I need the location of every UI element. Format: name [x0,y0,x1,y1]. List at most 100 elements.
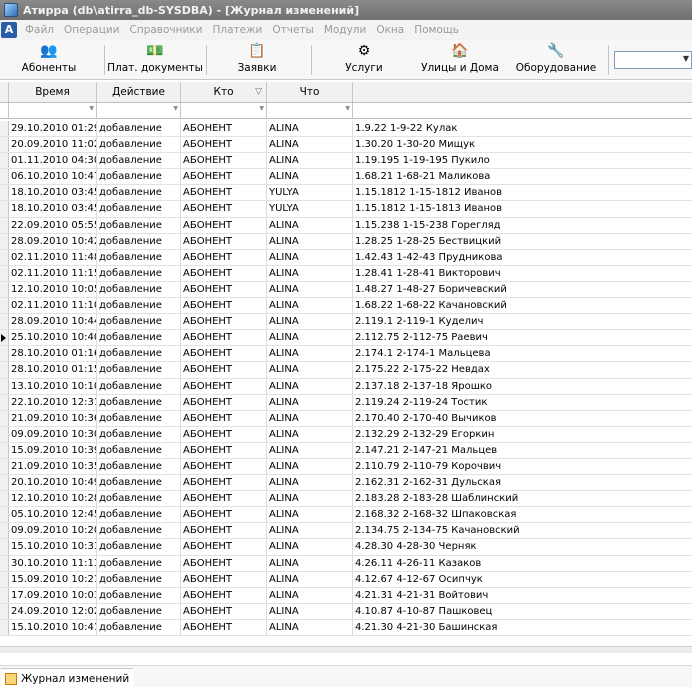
cell-details[interactable]: 4.21.30 4-21-30 Башинская [353,620,692,635]
cell-details[interactable]: 1.15.1812 1-15-1813 Иванов [353,201,692,216]
cell-what[interactable]: ALINA [267,442,353,458]
cell-details[interactable]: 4.12.67 4-12-67 Осипчук [353,572,692,587]
cell-who[interactable]: АБОНЕНТ [181,603,267,619]
cell-action[interactable]: добавление [97,281,181,298]
cell-details[interactable]: 4.28.30 4-28-30 Черняк [353,539,692,554]
cell-time[interactable]: 28.10.2010 01:16 [9,346,97,362]
cell-action[interactable]: добавление [97,298,181,314]
cell-who[interactable]: АБОНЕНТ [181,346,267,362]
table-row[interactable]: 17.09.2010 10:03 добавление АБОНЕНТ ALINA 4.… [0,587,692,604]
filter-time[interactable]: ▼ [9,103,97,118]
cell-action[interactable]: добавление [97,603,181,619]
cell-who[interactable]: АБОНЕНТ [181,265,267,281]
cell-time[interactable]: 25.10.2010 10:40 [9,330,97,346]
cell-action[interactable]: добавление [97,169,181,185]
cell-who[interactable]: АБОНЕНТ [181,394,267,410]
cell-action[interactable]: добавление [97,217,181,233]
cell-who[interactable]: АБОНЕНТ [181,442,267,458]
cell-details[interactable]: 1.68.21 1-68-21 Маликова [353,169,692,184]
table-row[interactable]: 15.09.2010 10:21 добавление АБОНЕНТ ALINA 4.… [0,571,692,588]
cell-what[interactable]: ALINA [267,233,353,249]
cell-time[interactable]: 24.09.2010 12:02 [9,603,97,619]
cell-time[interactable]: 18.10.2010 03:45 [9,201,97,217]
cell-who[interactable]: АБОНЕНТ [181,169,267,185]
cell-what[interactable]: ALINA [267,281,353,298]
cell-time[interactable]: 02.11.2010 11:15 [9,265,97,281]
cell-details[interactable]: 2.112.75 2-112-75 Раевич [353,330,692,345]
row-indicator[interactable] [0,475,9,491]
menu-payments[interactable]: Платежи [207,24,267,36]
cell-what[interactable]: ALINA [267,475,353,491]
cell-what[interactable]: ALINA [267,571,353,587]
row-indicator[interactable] [0,298,9,314]
filter-action[interactable]: ▼ [97,103,181,118]
cell-action[interactable]: добавление [97,153,181,169]
cell-time[interactable]: 30.10.2010 11:13 [9,555,97,571]
filter-icon[interactable]: ▽ [255,82,262,102]
cell-what[interactable]: ALINA [267,314,353,330]
row-indicator[interactable] [0,281,9,298]
table-row[interactable]: 06.10.2010 10:47 добавление АБОНЕНТ ALINA 1.… [0,169,692,186]
row-indicator[interactable] [0,507,9,523]
cell-what[interactable]: ALINA [267,265,353,281]
cell-details[interactable]: 4.10.87 4-10-87 Пашковец [353,604,692,619]
cell-who[interactable]: АБОНЕНТ [181,426,267,442]
table-row[interactable]: 24.09.2010 12:02 добавление АБОНЕНТ ALINA 4.… [0,603,692,620]
row-indicator[interactable] [0,169,9,185]
table-row[interactable]: 25.10.2010 10:40 добавление АБОНЕНТ ALINA 2.… [0,330,692,347]
table-row[interactable]: 28.10.2010 01:16 добавление АБОНЕНТ ALINA 2.… [0,346,692,363]
cell-time[interactable]: 22.10.2010 12:31 [9,394,97,410]
cell-action[interactable]: добавление [97,507,181,523]
cell-who[interactable]: АБОНЕНТ [181,571,267,587]
cell-who[interactable]: АБОНЕНТ [181,378,267,394]
row-indicator[interactable] [0,249,9,265]
cell-what[interactable]: ALINA [267,410,353,426]
equipment-button[interactable]: 🔧 Оборудование [514,42,598,78]
cell-details[interactable]: 1.9.22 1-9-22 Кулак [353,121,692,136]
cell-time[interactable]: 20.10.2010 10:49 [9,475,97,491]
cell-details[interactable]: 2.132.29 2-132-29 Егоркин [353,427,692,442]
cell-who[interactable]: АБОНЕНТ [181,217,267,233]
table-row[interactable]: 02.11.2010 11:15 добавление АБОНЕНТ ALINA 1.… [0,265,692,282]
table-row[interactable]: 15.10.2010 10:41 добавление АБОНЕНТ ALINA 4.… [0,619,692,636]
row-indicator[interactable] [0,603,9,619]
cell-who[interactable]: АБОНЕНТ [181,137,267,153]
table-row[interactable]: 21.09.2010 10:35 добавление АБОНЕНТ ALINA 2.… [0,458,692,476]
dropdown-arrow-icon[interactable]: ▼ [345,105,350,112]
cell-details[interactable]: 2.183.28 2-183-28 Шаблинский [353,491,692,506]
cell-action[interactable]: добавление [97,121,181,137]
cell-time[interactable]: 28.09.2010 10:44 [9,314,97,330]
cell-time[interactable]: 15.09.2010 10:21 [9,571,97,587]
menu-operations[interactable]: Операции [59,24,124,36]
cell-what[interactable]: ALINA [267,426,353,442]
cell-time[interactable]: 02.11.2010 11:10 [9,298,97,314]
toolbar-combo[interactable]: ▼ [614,51,692,69]
cell-time[interactable]: 29.10.2010 01:29 [9,121,97,137]
row-indicator[interactable] [0,587,9,603]
cell-action[interactable]: добавление [97,555,181,571]
cell-who[interactable]: АБОНЕНТ [181,314,267,330]
row-indicator[interactable] [0,362,9,378]
filter-details[interactable] [353,103,692,118]
cell-what[interactable]: ALINA [267,362,353,378]
cell-details[interactable]: 2.162.31 2-162-31 Дульская [353,475,692,490]
cell-details[interactable]: 1.15.238 1-15-238 Горегляд [353,218,692,233]
cell-who[interactable]: АБОНЕНТ [181,185,267,201]
cell-action[interactable]: добавление [97,362,181,378]
row-indicator[interactable] [0,442,9,458]
cell-who[interactable]: АБОНЕНТ [181,330,267,346]
cell-action[interactable]: добавление [97,330,181,346]
requests-button[interactable]: 📋 Заявки [225,42,289,78]
cell-details[interactable]: 2.119.1 2-119-1 Куделич [353,314,692,329]
row-indicator[interactable] [0,153,9,169]
system-menu-icon[interactable]: A [1,22,17,38]
cell-what[interactable]: ALINA [267,394,353,410]
cell-action[interactable]: добавление [97,571,181,587]
column-header-time[interactable]: Время [9,82,97,102]
cell-what[interactable]: ALINA [267,555,353,571]
cell-time[interactable]: 28.10.2010 01:15 [9,362,97,378]
cell-details[interactable]: 4.26.11 4-26-11 Казаков [353,556,692,571]
cell-time[interactable]: 12.10.2010 10:28 [9,491,97,507]
cell-time[interactable]: 21.09.2010 10:35 [9,458,97,475]
cell-who[interactable]: АБОНЕНТ [181,201,267,217]
